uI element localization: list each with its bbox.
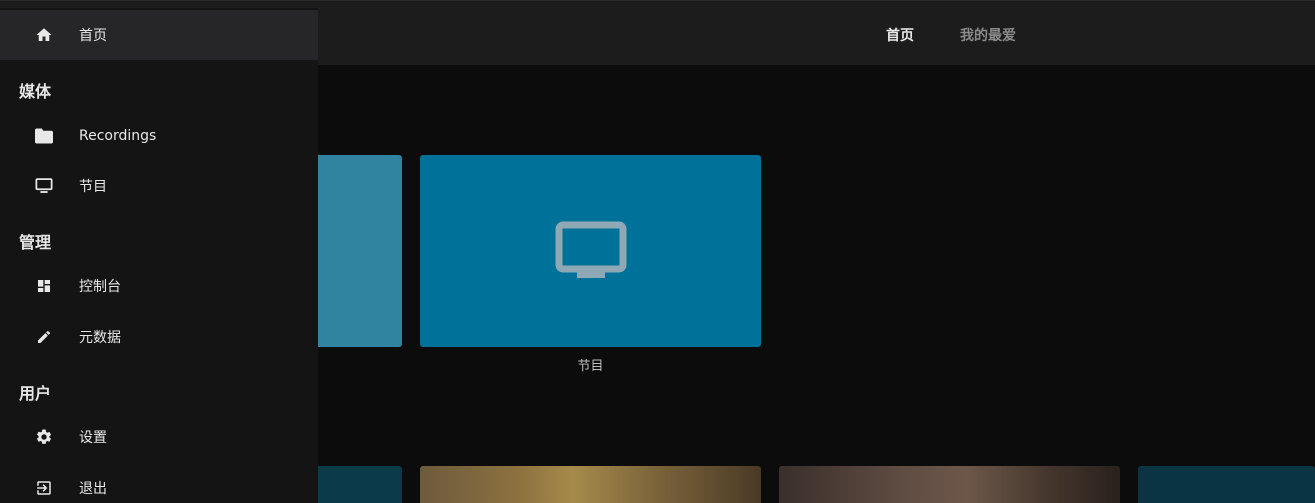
drawer-item-label: 首页 [79, 28, 107, 44]
drawer-item-settings[interactable]: 设置 [0, 412, 318, 462]
dashboard-icon [34, 276, 54, 296]
navigation-drawer: 首页 媒体 Recordings 节目 管理 控制台 元数据 用户 设置 退出 [0, 8, 318, 503]
gear-icon [34, 427, 54, 447]
drawer-item-shows[interactable]: 节目 [0, 161, 318, 211]
drawer-item-label: 控制台 [79, 279, 121, 295]
media-card[interactable] [779, 466, 1120, 503]
section-header-admin: 管理 [19, 233, 52, 252]
tab-favorites[interactable]: 我的最爱 [960, 25, 1016, 45]
drawer-item-label: 节目 [79, 179, 107, 195]
media-card[interactable] [1138, 466, 1315, 503]
library-tile-caption: 节目 [577, 359, 604, 374]
media-card[interactable] [420, 466, 761, 503]
drawer-item-metadata[interactable]: 元数据 [0, 312, 318, 362]
section-header-media: 媒体 [19, 82, 52, 101]
drawer-item-recordings[interactable]: Recordings [0, 111, 318, 161]
tv-icon [34, 176, 54, 196]
drawer-item-dashboard[interactable]: 控制台 [0, 261, 318, 311]
drawer-item-label: Recordings [79, 128, 157, 144]
drawer-item-home[interactable]: 首页 [0, 10, 318, 60]
library-tile-shows[interactable] [420, 155, 761, 347]
home-icon [34, 25, 54, 45]
drawer-item-label: 退出 [79, 481, 107, 497]
drawer-item-label: 元数据 [79, 330, 121, 346]
section-header-user: 用户 [19, 384, 52, 403]
tab-home[interactable]: 首页 [886, 25, 914, 45]
tv-icon [555, 221, 627, 281]
pencil-icon [34, 327, 54, 347]
logout-icon [34, 478, 54, 498]
drawer-item-logout[interactable]: 退出 [0, 463, 318, 503]
folder-icon [34, 126, 54, 146]
drawer-item-label: 设置 [79, 430, 107, 446]
